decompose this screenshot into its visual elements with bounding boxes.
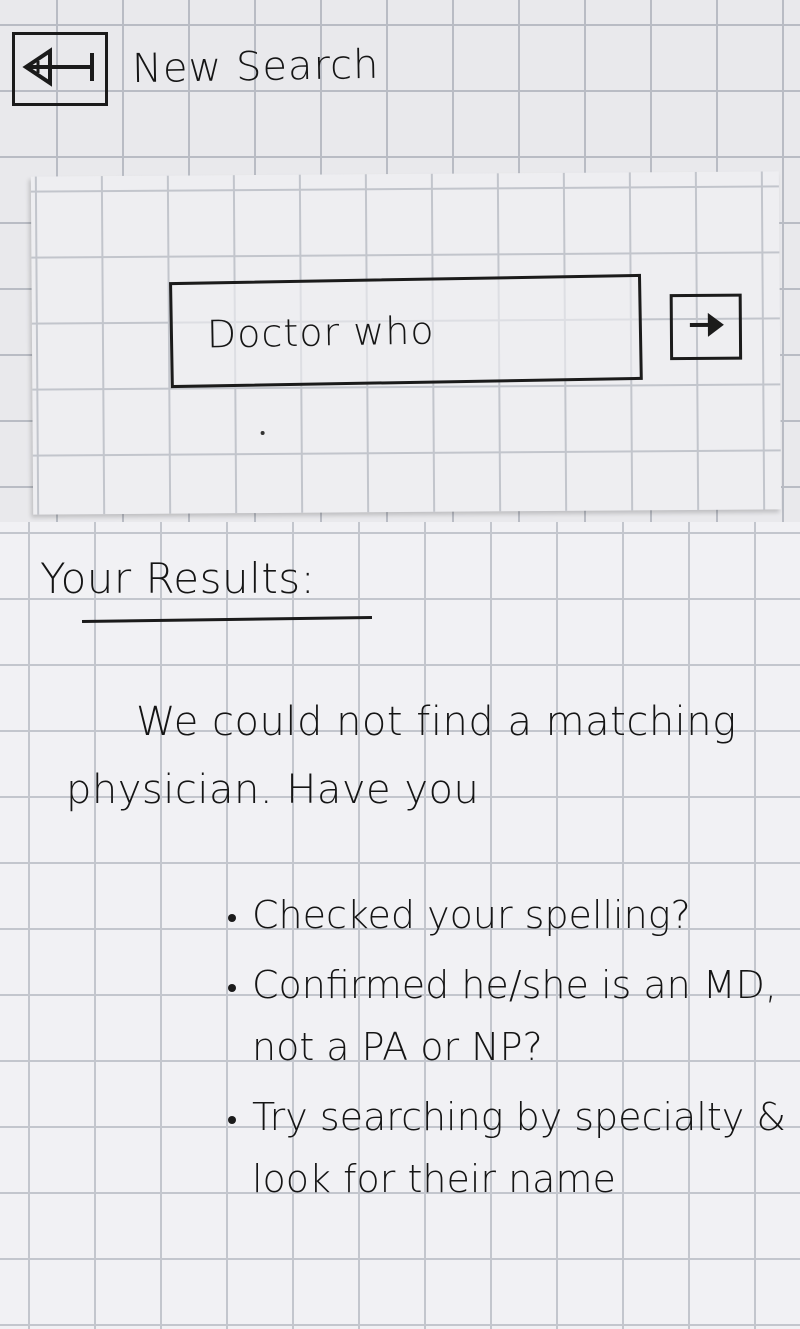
arrow-right-icon: [684, 305, 728, 349]
suggestion-list: Checked your spelling? Confirmed he/she …: [228, 884, 788, 1218]
search-input[interactable]: Doctor who: [169, 273, 643, 389]
suggestion-item: Try searching by specialty & look for th…: [228, 1086, 788, 1210]
search-panel: Doctor who: [30, 171, 782, 515]
suggestion-item: Confirmed he/she is an MD, not a PA or N…: [228, 954, 788, 1078]
no-results-message: We could not find a matching physician. …: [66, 699, 737, 813]
search-submit-button[interactable]: [669, 293, 743, 361]
back-button[interactable]: [12, 32, 108, 106]
heading-underline: [81, 615, 373, 624]
suggestion-item: Checked your spelling?: [228, 884, 788, 946]
results-panel: Your Results: We could not find a matchi…: [0, 522, 800, 1329]
pencil-mark: [260, 430, 265, 436]
back-arrow-icon: [20, 43, 100, 95]
results-heading: Your Results:: [40, 554, 316, 603]
page-title: New Search: [131, 41, 380, 93]
